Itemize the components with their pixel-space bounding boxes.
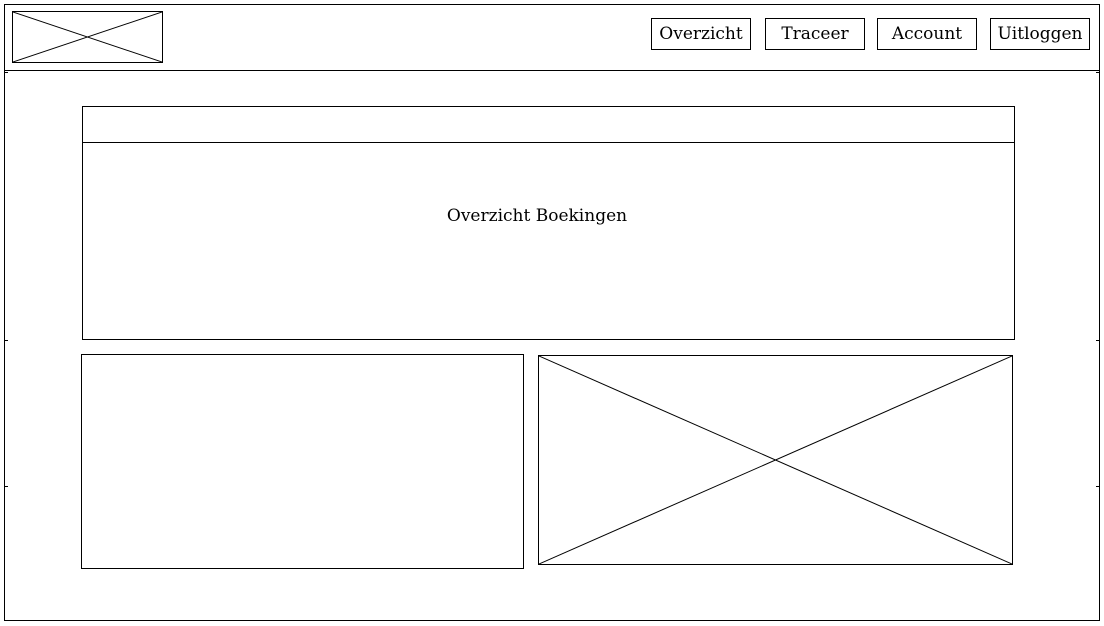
image-placeholder [538,355,1013,565]
logo[interactable] [12,11,163,63]
edge-tick [4,72,8,73]
edge-tick [1096,340,1100,341]
nav-account-button[interactable]: Account [877,18,977,50]
edge-tick [1096,486,1100,487]
logo-placeholder-icon [13,12,162,62]
nav-overzicht-button[interactable]: Overzicht [651,18,751,50]
nav-uitloggen-button[interactable]: Uitloggen [990,18,1090,50]
edge-tick [4,340,8,341]
edge-tick [4,486,8,487]
edge-tick [1096,72,1100,73]
nav-traceer-button[interactable]: Traceer [765,18,865,50]
overview-panel-header-divider [82,142,1015,143]
details-panel [81,354,524,569]
image-placeholder-icon [539,356,1012,564]
bookings-overview-title: Overzicht Boekingen [446,206,628,226]
header-divider [4,70,1100,71]
